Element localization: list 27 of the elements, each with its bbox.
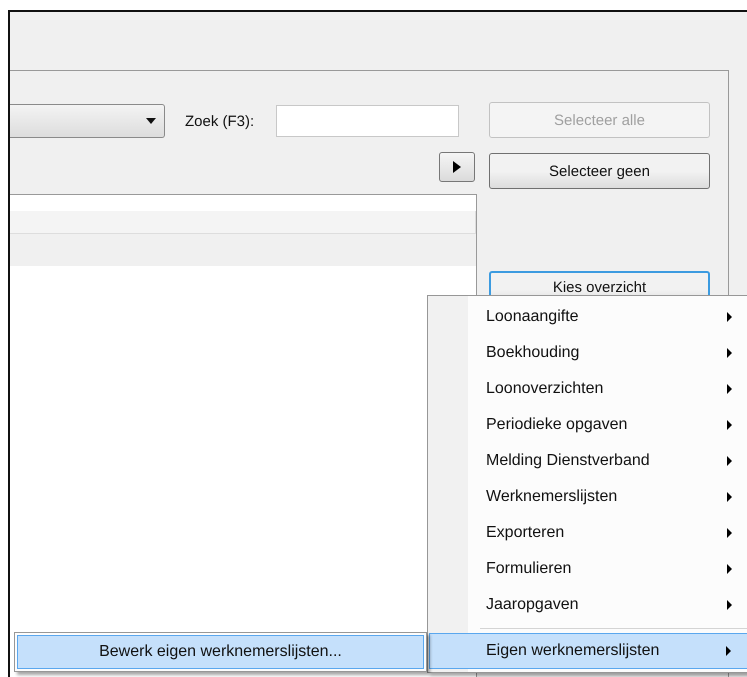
menu-item[interactable]: Loonoverzichten <box>429 371 747 407</box>
menu-item[interactable]: Formulieren <box>429 551 747 587</box>
menu-item[interactable]: Werknemerslijsten <box>429 479 747 515</box>
search-field[interactable] <box>276 105 460 137</box>
submenu-arrow-icon <box>727 600 732 610</box>
dropdown[interactable] <box>10 104 165 138</box>
menu-item[interactable]: Boekhouding <box>429 335 747 371</box>
menu-item[interactable]: Eigen werknemerslijsten <box>429 633 747 669</box>
submenu-arrow-icon <box>726 646 731 656</box>
search-label: Zoek (F3): <box>185 112 254 130</box>
submenu-arrow-icon <box>727 312 732 322</box>
next-button[interactable] <box>439 152 475 182</box>
menu-item[interactable]: Jaaropgaven <box>429 587 747 623</box>
action-button[interactable]: Selecteer geen <box>489 153 710 189</box>
submenu-arrow-icon <box>727 492 732 502</box>
submenu-arrow-icon <box>727 348 732 358</box>
submenu-arrow-icon <box>727 420 732 430</box>
submenu-arrow-icon <box>727 384 732 394</box>
menu-item[interactable]: Periodieke opgaven <box>429 407 747 443</box>
submenu-arrow-icon <box>727 564 732 574</box>
submenu-arrow-icon <box>727 528 732 538</box>
submenu-arrow-icon <box>727 456 732 466</box>
caret-icon <box>146 118 156 124</box>
menu-item[interactable]: Melding Dienstverband <box>429 443 747 479</box>
menu-item[interactable]: Exporteren <box>429 515 747 551</box>
play-icon <box>453 160 461 172</box>
menu-item[interactable]: Bewerk eigen werknemerslijsten... <box>17 635 424 669</box>
